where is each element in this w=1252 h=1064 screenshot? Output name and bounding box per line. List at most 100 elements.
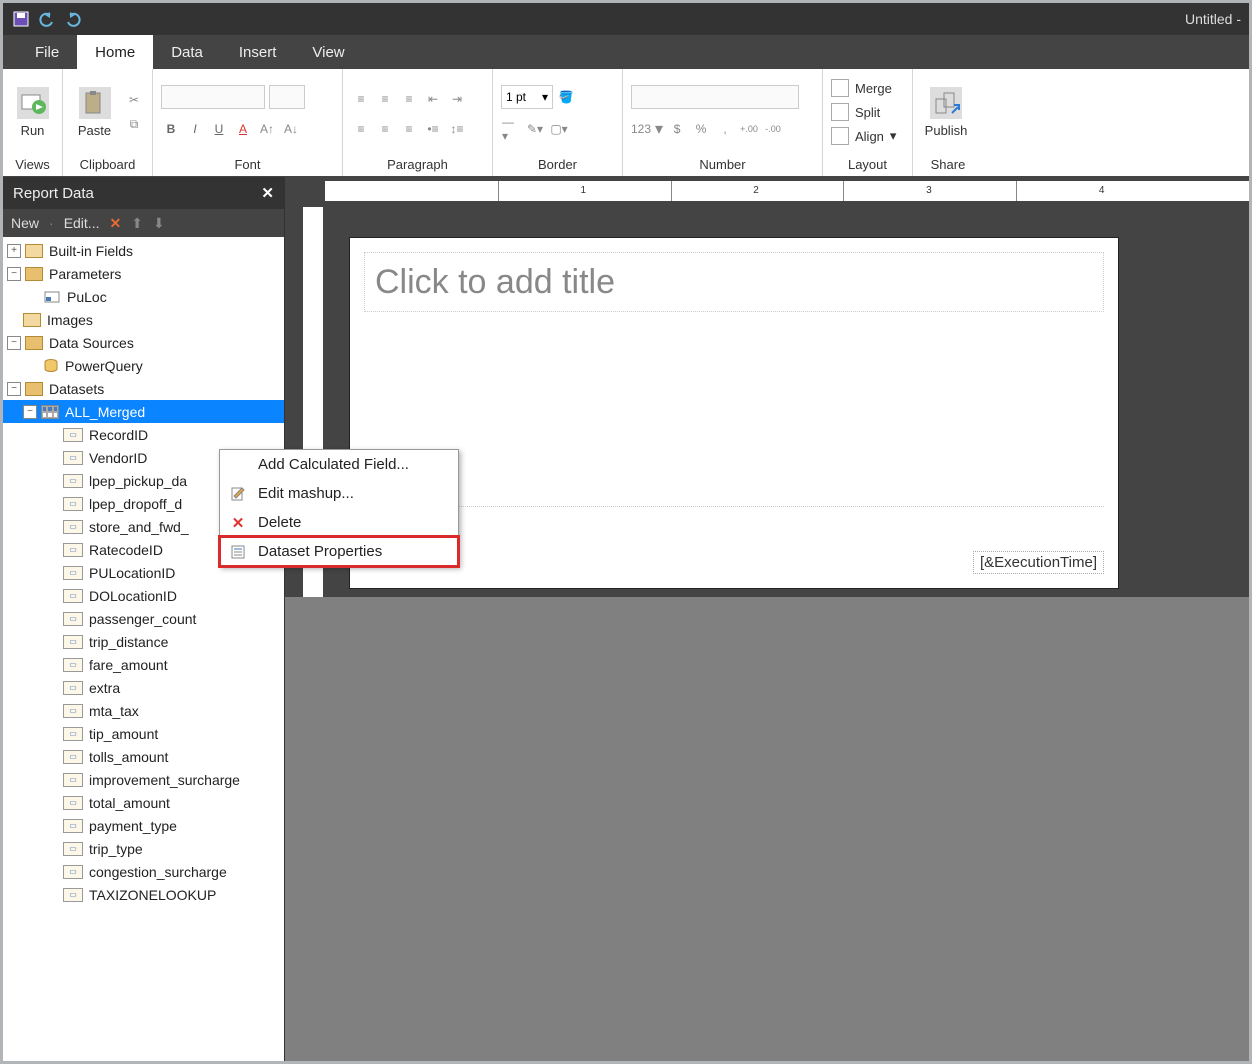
publish-button[interactable]: Publish xyxy=(921,72,971,152)
tree-field[interactable]: ▭payment_type xyxy=(3,814,284,837)
border-preset-icon[interactable]: ▢▾ xyxy=(549,119,569,139)
align-top-icon[interactable]: ≡ xyxy=(351,89,371,109)
tab-insert[interactable]: Insert xyxy=(221,35,295,69)
close-icon[interactable]: ✕ xyxy=(261,184,274,202)
field-icon: ▭ xyxy=(63,750,83,764)
tree-field[interactable]: ▭tolls_amount xyxy=(3,745,284,768)
tree-dataset-allmerged[interactable]: −ALL_Merged xyxy=(3,400,284,423)
tree-datasource-item[interactable]: PowerQuery xyxy=(3,354,284,377)
number-dec-decimal-icon[interactable]: -.00 xyxy=(763,119,783,139)
cut-icon[interactable]: ✂ xyxy=(124,90,144,110)
tree-datasources[interactable]: −Data Sources xyxy=(3,331,284,354)
tree-param-item[interactable]: PuLoc xyxy=(3,285,284,308)
line-spacing-icon[interactable]: ↕≡ xyxy=(447,119,467,139)
tree-parameters[interactable]: −Parameters xyxy=(3,262,284,285)
parameter-icon xyxy=(43,290,61,304)
group-views-label: Views xyxy=(11,157,54,174)
field-icon: ▭ xyxy=(63,865,83,879)
tree-field[interactable]: ▭DOLocationID xyxy=(3,584,284,607)
border-style-icon[interactable]: —▾ xyxy=(501,119,521,139)
tree-field[interactable]: ▭total_amount xyxy=(3,791,284,814)
field-icon: ▭ xyxy=(63,474,83,488)
tree-field[interactable]: ▭improvement_surcharge xyxy=(3,768,284,791)
execution-time-field[interactable]: [&ExecutionTime] xyxy=(973,551,1104,574)
indent-icon[interactable]: ⇥ xyxy=(447,89,467,109)
font-family-combo[interactable] xyxy=(161,85,265,109)
shrink-font-button[interactable]: A↓ xyxy=(281,119,301,139)
ctx-edit-mashup[interactable]: Edit mashup... xyxy=(220,479,458,508)
field-icon: ▭ xyxy=(63,796,83,810)
ctx-add-calculated-field[interactable]: Add Calculated Field... xyxy=(220,450,458,479)
tree-field[interactable]: ▭tip_amount xyxy=(3,722,284,745)
folder-icon xyxy=(25,336,43,350)
group-number-label: Number xyxy=(631,157,814,174)
move-down-icon[interactable]: ⬇ xyxy=(153,215,165,232)
tree-datasets[interactable]: −Datasets xyxy=(3,377,284,400)
number-percent-icon[interactable]: % xyxy=(691,119,711,139)
align-button[interactable]: Align ▾ xyxy=(831,125,896,147)
number-currency-icon[interactable]: $ xyxy=(667,119,687,139)
tree-field[interactable]: ▭mta_tax xyxy=(3,699,284,722)
report-data-tree[interactable]: +Built-in Fields −Parameters PuLoc Image… xyxy=(3,237,284,1061)
tree-field[interactable]: ▭TAXIZONELOOKUP xyxy=(3,883,284,906)
field-icon: ▭ xyxy=(63,704,83,718)
horizontal-ruler: 1 2 3 4 5 xyxy=(325,181,1249,201)
tree-images[interactable]: Images xyxy=(3,308,284,331)
tab-file[interactable]: File xyxy=(17,35,77,69)
outdent-icon[interactable]: ⇤ xyxy=(423,89,443,109)
number-inc-decimal-icon[interactable]: +.00 xyxy=(739,119,759,139)
redo-icon[interactable] xyxy=(63,9,83,29)
tree-field[interactable]: ▭congestion_surcharge xyxy=(3,860,284,883)
tree-builtin-fields[interactable]: +Built-in Fields xyxy=(3,239,284,262)
title-placeholder[interactable]: Click to add title xyxy=(364,252,1104,312)
align-right-icon[interactable]: ≡ xyxy=(399,119,419,139)
tree-field[interactable]: ▭passenger_count xyxy=(3,607,284,630)
grow-font-button[interactable]: A↑ xyxy=(257,119,277,139)
paste-button[interactable]: Paste xyxy=(71,72,118,152)
tree-field[interactable]: ▭fare_amount xyxy=(3,653,284,676)
font-color-button[interactable]: A xyxy=(233,119,253,139)
ribbon: Run Views Paste ✂ ⧉ Clipboard xyxy=(3,69,1249,177)
bullets-icon[interactable]: •≡ xyxy=(423,119,443,139)
number-comma-icon[interactable]: , xyxy=(715,119,735,139)
number-format-combo[interactable] xyxy=(631,85,799,109)
copy-icon[interactable]: ⧉ xyxy=(124,114,144,134)
report-page[interactable]: Click to add title [&ExecutionTime] xyxy=(349,237,1119,589)
ctx-dataset-properties[interactable]: Dataset Properties xyxy=(220,537,458,566)
delete-icon[interactable]: ✕ xyxy=(109,215,121,232)
split-button[interactable]: Split xyxy=(831,101,896,123)
font-size-combo[interactable] xyxy=(269,85,305,109)
field-icon: ▭ xyxy=(63,566,83,580)
align-bottom-icon[interactable]: ≡ xyxy=(399,89,419,109)
run-button[interactable]: Run xyxy=(11,72,54,152)
report-data-panel: Report Data ✕ New · Edit... ✕ ⬆ ⬇ +Built… xyxy=(3,177,285,1061)
align-middle-icon[interactable]: ≡ xyxy=(375,89,395,109)
move-up-icon[interactable]: ⬆ xyxy=(131,215,143,232)
tree-field[interactable]: ▭trip_distance xyxy=(3,630,284,653)
save-icon[interactable] xyxy=(11,9,31,29)
field-icon: ▭ xyxy=(63,635,83,649)
new-button[interactable]: New xyxy=(11,215,39,231)
border-weight-combo[interactable]: 1 pt▾ xyxy=(501,85,553,109)
tree-field[interactable]: ▭RecordID xyxy=(3,423,284,446)
tree-field[interactable]: ▭trip_type xyxy=(3,837,284,860)
underline-button[interactable]: U xyxy=(209,119,229,139)
group-border-label: Border xyxy=(501,157,614,174)
ctx-delete[interactable]: ✕ Delete xyxy=(220,508,458,537)
undo-icon[interactable] xyxy=(37,9,57,29)
field-icon: ▭ xyxy=(63,773,83,787)
border-pen-icon[interactable]: ✎▾ xyxy=(525,119,545,139)
tree-field[interactable]: ▭extra xyxy=(3,676,284,699)
align-left-icon[interactable]: ≡ xyxy=(351,119,371,139)
italic-button[interactable]: I xyxy=(185,119,205,139)
tab-data[interactable]: Data xyxy=(153,35,221,69)
edit-button[interactable]: Edit... xyxy=(64,215,100,231)
border-color-icon[interactable]: 🪣 xyxy=(556,87,576,107)
merge-button[interactable]: Merge xyxy=(831,77,896,99)
field-icon: ▭ xyxy=(63,681,83,695)
tab-view[interactable]: View xyxy=(294,35,362,69)
tab-home[interactable]: Home xyxy=(77,35,153,69)
number-123-icon[interactable]: 123 xyxy=(631,119,651,139)
bold-button[interactable]: B xyxy=(161,119,181,139)
align-center-icon[interactable]: ≡ xyxy=(375,119,395,139)
